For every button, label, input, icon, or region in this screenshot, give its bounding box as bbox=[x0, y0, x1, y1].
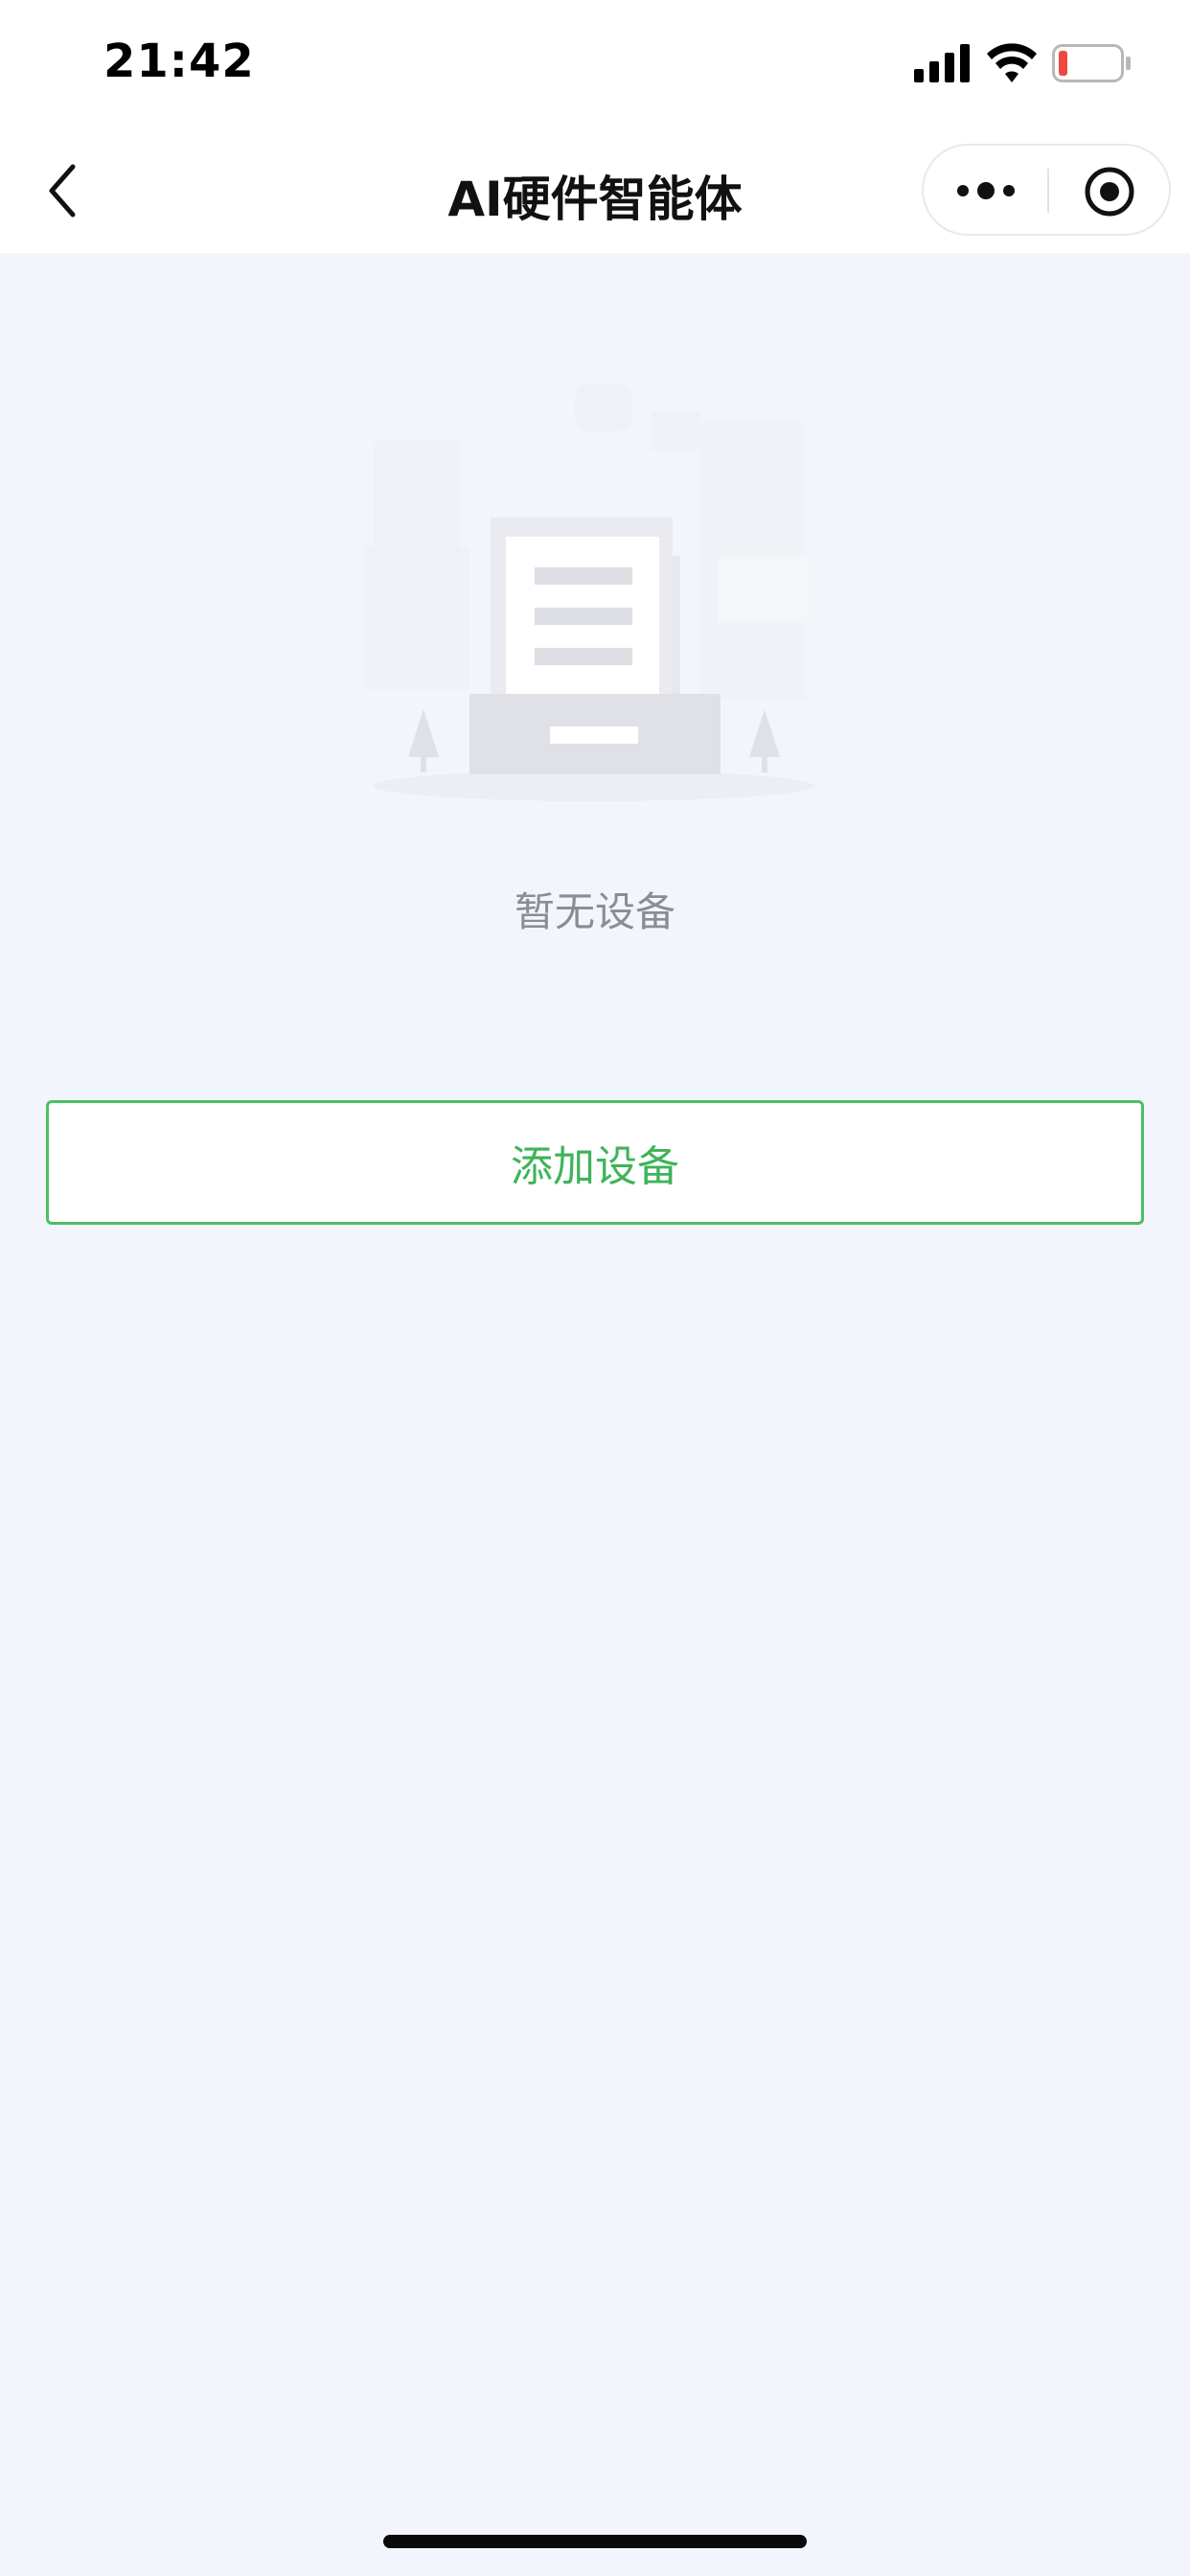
nav-bar: AI硬件智能体 bbox=[0, 128, 1190, 253]
status-bar: 21:42 bbox=[0, 0, 1190, 128]
add-device-label: 添加设备 bbox=[511, 1142, 679, 1191]
more-dots-icon[interactable] bbox=[954, 171, 1018, 211]
mini-program-capsule bbox=[922, 144, 1171, 236]
cellular-signal-icon bbox=[914, 44, 970, 82]
battery-low-icon bbox=[1052, 44, 1131, 82]
add-device-button[interactable]: 添加设备 bbox=[46, 1100, 1144, 1225]
wifi-icon bbox=[987, 43, 1037, 82]
empty-state-message: 暂无设备 bbox=[514, 888, 675, 935]
empty-devices-illustration bbox=[364, 383, 814, 801]
home-indicator[interactable] bbox=[383, 2535, 807, 2548]
status-time: 21:42 bbox=[103, 34, 255, 88]
mini-program-close-icon[interactable] bbox=[1083, 165, 1136, 218]
capsule-divider bbox=[1047, 169, 1049, 213]
